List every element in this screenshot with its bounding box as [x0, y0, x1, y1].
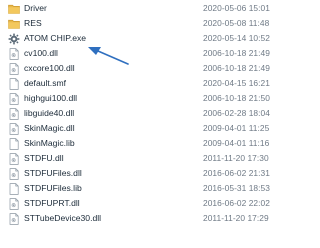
- file-modified-date: 2016-06-02 21:31: [203, 168, 270, 178]
- file-name: highgui100.dll: [24, 93, 78, 103]
- file-name: SkinMagic.dll: [24, 123, 75, 133]
- dll-file-icon: [8, 108, 20, 120]
- file-name: libguide40.dll: [24, 108, 75, 118]
- file-modified-date: 2006-10-18 21:49: [203, 63, 270, 73]
- file-name: Driver: [24, 3, 47, 13]
- blank-file-icon: [8, 78, 20, 90]
- file-row[interactable]: RES 2020-05-08 11:48: [0, 16, 281, 31]
- file-modified-date: 2011-11-20 17:30: [203, 153, 269, 163]
- blank-file-icon: [8, 183, 20, 195]
- file-modified-date: 2009-04-01 11:16: [203, 138, 270, 148]
- dll-file-icon: [8, 198, 20, 210]
- file-name: cv100.dll: [24, 48, 58, 58]
- folder-icon: [8, 3, 20, 15]
- file-modified-date: 2016-06-02 22:02: [203, 198, 270, 208]
- file-name: cxcore100.dll: [24, 63, 75, 73]
- exe-gear-icon: [8, 33, 20, 45]
- file-row[interactable]: Driver 2020-05-06 15:01: [0, 1, 281, 16]
- file-row[interactable]: STTubeDevice30.dll 2011-11-20 17:29: [0, 211, 281, 226]
- file-modified-date: 2020-05-08 11:48: [203, 18, 270, 28]
- file-row[interactable]: libguide40.dll 2006-02-28 18:04: [0, 106, 281, 121]
- file-modified-date: 2006-10-18 21:50: [203, 93, 270, 103]
- file-row[interactable]: STDFUFiles.lib 2016-05-31 18:53: [0, 181, 281, 196]
- blank-file-icon: [8, 138, 20, 150]
- file-name: STDFUPRT.dll: [24, 198, 80, 208]
- file-modified-date: 2011-11-20 17:29: [203, 213, 269, 223]
- folder-icon: [8, 18, 20, 30]
- dll-file-icon: [8, 48, 20, 60]
- file-name: STTubeDevice30.dll: [24, 213, 102, 223]
- file-row[interactable]: ATOM CHIP.exe 2020-05-14 10:52: [0, 31, 281, 46]
- dll-file-icon: [8, 213, 20, 225]
- file-modified-date: 2020-05-14 10:52: [203, 33, 270, 43]
- file-name: SkinMagic.lib: [24, 138, 75, 148]
- file-row[interactable]: SkinMagic.dll 2009-04-01 11:25: [0, 121, 281, 136]
- file-name: STDFUFiles.dll: [24, 168, 82, 178]
- file-name: default.smf: [24, 78, 67, 88]
- file-modified-date: 2006-02-28 18:04: [203, 108, 270, 118]
- file-modified-date: 2020-04-15 16:21: [203, 78, 270, 88]
- dll-file-icon: [8, 123, 20, 135]
- file-row[interactable]: STDFUFiles.dll 2016-06-02 21:31: [0, 166, 281, 181]
- file-row[interactable]: default.smf 2020-04-15 16:21: [0, 76, 281, 91]
- dll-file-icon: [8, 168, 20, 180]
- dll-file-icon: [8, 63, 20, 75]
- file-name: STDFUFiles.lib: [24, 183, 82, 193]
- file-row[interactable]: highgui100.dll 2006-10-18 21:50: [0, 91, 281, 106]
- dll-file-icon: [8, 153, 20, 165]
- file-row[interactable]: STDFU.dll 2011-11-20 17:30: [0, 151, 281, 166]
- file-row[interactable]: SkinMagic.lib 2009-04-01 11:16: [0, 136, 281, 151]
- file-name: STDFU.dll: [24, 153, 64, 163]
- file-modified-date: 2020-05-06 15:01: [203, 3, 270, 13]
- file-row[interactable]: cxcore100.dll 2006-10-18 21:49: [0, 61, 281, 76]
- file-name: RES: [24, 18, 42, 28]
- file-modified-date: 2006-10-18 21:49: [203, 48, 270, 58]
- dll-file-icon: [8, 93, 20, 105]
- file-name: ATOM CHIP.exe: [24, 33, 87, 43]
- file-list: Driver 2020-05-06 15:01 RES 2020-05-08 11:4…: [0, 1, 281, 226]
- file-modified-date: 2016-05-31 18:53: [203, 183, 270, 193]
- file-row[interactable]: STDFUPRT.dll 2016-06-02 22:02: [0, 196, 281, 211]
- file-row[interactable]: cv100.dll 2006-10-18 21:49: [0, 46, 281, 61]
- file-modified-date: 2009-04-01 11:25: [203, 123, 270, 133]
- file-explorer-list: Driver 2020-05-06 15:01 RES 2020-05-08 11:4…: [0, 0, 281, 248]
